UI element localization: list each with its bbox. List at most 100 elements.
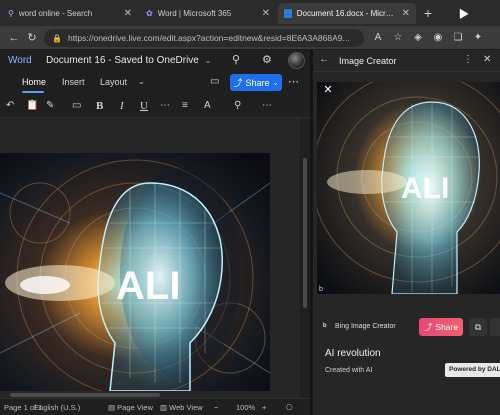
lock-icon: 🔒 <box>52 33 62 43</box>
page-view-button[interactable]: ▤ Page View <box>108 403 153 412</box>
web-view-label: Web View <box>169 403 203 412</box>
more-icon[interactable]: ⋯ <box>160 100 170 111</box>
zoom-in-icon[interactable]: + <box>262 403 266 412</box>
underline-icon[interactable]: U <box>140 100 148 112</box>
more-icon[interactable]: ⋯ <box>262 100 272 111</box>
styles-icon[interactable]: A <box>204 100 211 111</box>
font-size-icon[interactable]: ▭ <box>72 100 81 111</box>
tab-title: Word | Microsoft 365 <box>157 9 232 18</box>
copy-button[interactable]: ⧉ <box>469 318 487 336</box>
close-icon[interactable]: ✕ <box>402 8 410 19</box>
word-header: Word Document 16 - Saved to OneDrive ⌄ ⚲… <box>0 50 310 72</box>
web-view-button[interactable]: ▥ Web View <box>160 403 203 412</box>
read-aloud-icon[interactable]: A <box>370 30 386 46</box>
chevron-down-icon: ⌄ <box>204 56 212 65</box>
bing-watermark: b <box>319 286 323 293</box>
doc-title[interactable]: Document 16 - Saved to OneDrive ⌄ <box>46 55 211 66</box>
image-text: ALI <box>401 172 449 205</box>
powered-by-badge: Powered by DALL-E <box>445 363 500 377</box>
address-bar-row: ← ↻ 🔒 https://onedrive.live.com/edit.asp… <box>0 26 500 50</box>
page-view-icon: ▤ <box>108 403 118 412</box>
tab-search[interactable]: ⚲ word online - Search ✕ <box>2 3 138 24</box>
image-text: ALI <box>116 264 180 308</box>
share-button[interactable]: ⤴ Share <box>419 318 463 336</box>
image-actions: ᵇ Bing Image Creator ⤴ Share ⧉ <box>313 315 500 337</box>
shield-icon[interactable]: ◉ <box>430 30 446 46</box>
tab-word-365[interactable]: ✿ Word | Microsoft 365 ✕ <box>140 3 276 24</box>
tab-document[interactable]: Document 16.docx - Microsoft W ✕ <box>278 3 416 24</box>
mouse-cursor-icon <box>455 6 469 19</box>
formatting-toolbar: ↶ 📋 ✎ ▭ B I U ⋯ ≡ A ⚲ ⋯ <box>0 96 310 118</box>
align-icon[interactable]: ≡ <box>182 100 188 111</box>
more-icon[interactable]: ⋯ <box>288 75 299 88</box>
browser-tab-strip: ⚲ word online - Search ✕ ✿ Word | Micros… <box>0 0 500 26</box>
vertical-scrollbar[interactable] <box>300 118 310 398</box>
extension-icon[interactable]: ◈ <box>410 30 426 46</box>
scroll-thumb[interactable] <box>10 393 160 397</box>
search-icon[interactable]: ⚲ <box>232 53 240 66</box>
share-label: Share <box>435 322 459 332</box>
paste-icon[interactable]: 📋 <box>26 100 38 111</box>
share-button[interactable]: ⤴ Share ⌄ <box>230 74 282 91</box>
bold-icon[interactable]: B <box>96 100 103 112</box>
panel-header: ← Image Creator ⋮ ✕ <box>313 50 500 72</box>
tab-layout[interactable]: Layout <box>100 77 127 87</box>
chevron-down-icon[interactable]: ⌄ <box>138 77 145 86</box>
back-icon[interactable]: ← <box>319 54 329 65</box>
format-painter-icon[interactable]: ✎ <box>46 100 54 111</box>
web-view-icon: ▥ <box>160 403 170 412</box>
word-brand[interactable]: Word <box>8 55 32 66</box>
active-tab-indicator <box>22 91 44 93</box>
status-bar: Page 1 of 1 English (U.S.) ▤ Page View ▥… <box>0 398 310 415</box>
refresh-icon[interactable]: ↻ <box>24 30 40 46</box>
undo-icon[interactable]: ↶ <box>6 100 14 111</box>
close-icon[interactable]: ✕ <box>124 8 132 19</box>
back-icon[interactable]: ← <box>6 30 22 46</box>
new-tab-button[interactable]: + <box>420 5 436 21</box>
generated-image[interactable]: ALI <box>317 82 500 294</box>
bing-label: Bing Image Creator <box>335 323 396 330</box>
ai-head-image: ALI <box>0 153 270 391</box>
microsoft-365-icon: ✿ <box>146 9 153 18</box>
document-canvas[interactable]: ALI <box>0 118 310 398</box>
ai-head-image: ALI <box>317 82 500 294</box>
tab-home[interactable]: Home <box>22 77 46 87</box>
image-creator-panel: ← Image Creator ⋮ ✕ ALI ✕ b ᵇ Bing Image… <box>313 50 500 415</box>
chevron-down-icon: ⌄ <box>272 79 279 87</box>
avatar[interactable] <box>288 52 305 69</box>
more-actions-button[interactable] <box>490 318 500 336</box>
favorite-icon[interactable]: ☆ <box>390 30 406 46</box>
url-text: https://onedrive.live.com/edit.aspx?acti… <box>67 33 350 43</box>
url-input[interactable]: 🔒 https://onedrive.live.com/edit.aspx?ac… <box>44 29 364 47</box>
image-title: AI revolution <box>325 348 381 359</box>
more-vertical-icon[interactable]: ⋮ <box>463 54 473 65</box>
document-image[interactable]: ALI <box>0 153 270 391</box>
zoom-level[interactable]: 100% <box>236 403 255 412</box>
page-view-label: Page View <box>117 403 153 412</box>
zoom-out-icon[interactable]: − <box>214 403 218 412</box>
tab-insert[interactable]: Insert <box>62 77 85 87</box>
close-icon[interactable]: ✕ <box>262 8 270 19</box>
ribbon-tabs: Home Insert Layout ⌄ ▭ ⤴ Share ⌄ ⋯ <box>0 72 310 96</box>
tab-title: Document 16.docx - Microsoft W <box>296 9 397 18</box>
word-app: Word Document 16 - Saved to OneDrive ⌄ ⚲… <box>0 50 310 415</box>
find-icon[interactable]: ⚲ <box>234 100 241 111</box>
created-with-label: Created with AI <box>325 367 373 374</box>
italic-icon[interactable]: I <box>120 100 124 112</box>
tab-title: word online - Search <box>18 9 93 18</box>
settings-icon[interactable]: ⚙ <box>262 53 272 66</box>
doc-name: Document 16 <box>46 55 106 66</box>
close-icon[interactable]: ✕ <box>483 54 491 65</box>
search-icon: ⚲ <box>8 9 14 18</box>
word-icon <box>284 9 292 18</box>
feedback-icon[interactable]: ⎔ <box>286 403 293 412</box>
copy-icon: ⧉ <box>474 322 482 332</box>
copilot-icon[interactable]: ✦ <box>470 30 486 46</box>
share-icon: ⤴ <box>233 78 243 88</box>
close-icon[interactable]: ✕ <box>321 83 335 97</box>
comment-icon[interactable]: ▭ <box>210 76 219 87</box>
scroll-thumb[interactable] <box>303 158 307 308</box>
language[interactable]: English (U.S.) <box>34 403 80 412</box>
panel-title: Image Creator <box>339 56 397 66</box>
collections-icon[interactable]: ❏ <box>450 30 466 46</box>
